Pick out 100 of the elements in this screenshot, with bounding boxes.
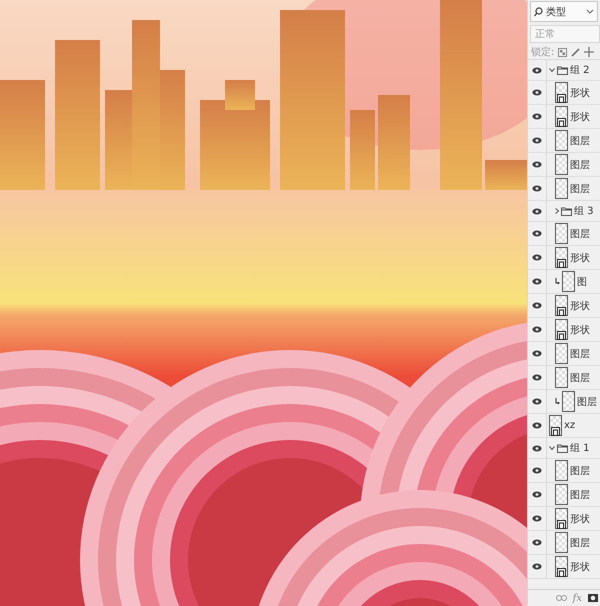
layer-row[interactable]: 形状 <box>528 294 600 318</box>
eye-icon[interactable] <box>532 161 542 168</box>
layer-row[interactable]: 形状 <box>528 105 600 129</box>
layer-name: 图层 <box>570 134 590 148</box>
layer-row[interactable]: 组 1 <box>528 438 600 459</box>
search-icon <box>534 6 543 16</box>
layer-filter-dropdown[interactable]: 类型 <box>530 1 598 22</box>
layer-row[interactable]: 图层 <box>528 483 600 507</box>
eye-icon[interactable] <box>532 563 542 570</box>
layer-row[interactable]: 图层 <box>528 390 600 414</box>
eye-icon[interactable] <box>532 230 542 237</box>
layer-name: 图层 <box>570 464 590 478</box>
folder-icon <box>557 444 568 452</box>
layer-row[interactable]: 形状 <box>528 246 600 270</box>
group-name: 组 2 <box>570 64 590 77</box>
folder-icon <box>561 206 572 216</box>
layer-name: 图 <box>577 276 587 288</box>
shape-badge-icon <box>557 520 566 529</box>
layer-name: 形状 <box>570 252 590 264</box>
chevron-down-icon[interactable] <box>549 68 555 72</box>
layer-name: 图层 <box>570 348 590 360</box>
eye-icon[interactable] <box>532 254 542 261</box>
shape-badge-icon <box>557 331 566 340</box>
layer-name: 图层 <box>577 396 597 408</box>
layer-row[interactable]: 图层 <box>528 459 600 483</box>
layer-row[interactable]: 组 2 <box>528 60 600 81</box>
layer-row[interactable]: 图层 <box>528 366 600 390</box>
layer-name: 形状 <box>570 86 590 100</box>
layer-row[interactable]: 形状 <box>528 555 600 579</box>
eye-icon[interactable] <box>532 113 542 120</box>
layer-thumbnail <box>555 367 568 388</box>
layer-row[interactable]: 形状 <box>528 318 600 342</box>
eye-icon[interactable] <box>532 515 542 522</box>
eye-icon[interactable] <box>532 444 542 452</box>
eye-icon[interactable] <box>532 539 542 546</box>
eye-icon[interactable] <box>532 137 542 144</box>
layer-row[interactable]: 图层 <box>528 531 600 555</box>
eye-icon[interactable] <box>532 208 542 214</box>
layer-thumbnail <box>555 154 568 175</box>
eye-icon[interactable] <box>532 350 542 357</box>
eye-icon[interactable] <box>532 185 542 192</box>
layer-thumbnail <box>555 343 568 364</box>
blend-mode-field[interactable]: 正常 <box>530 25 600 43</box>
layer-thumbnail <box>555 460 568 481</box>
eye-icon[interactable] <box>532 326 542 333</box>
eye-icon[interactable] <box>532 398 542 405</box>
eye-icon[interactable] <box>532 467 542 474</box>
layer-name: 图层 <box>570 158 590 172</box>
eye-icon[interactable] <box>532 278 542 285</box>
layer-name: 图层 <box>570 228 590 240</box>
group-name: 组 3 <box>574 205 594 218</box>
shape-badge-icon <box>557 307 566 316</box>
layer-thumbnail <box>562 271 575 292</box>
folder-icon <box>557 66 568 74</box>
lock-label: 锁定: <box>531 46 554 59</box>
brush-icon[interactable] <box>571 48 580 56</box>
shape-badge-icon <box>557 118 566 127</box>
eye-icon[interactable] <box>532 66 542 74</box>
move-icon[interactable] <box>584 47 594 57</box>
layer-name: 图层 <box>570 182 590 196</box>
layer-row[interactable]: xz <box>528 414 600 438</box>
layer-row[interactable]: 图层 <box>528 177 600 201</box>
layer-name: 图层 <box>570 536 590 550</box>
eye-icon[interactable] <box>532 302 542 309</box>
layer-name: xz <box>564 420 576 431</box>
layer-thumbnail <box>555 532 568 553</box>
eye-icon[interactable] <box>532 491 542 498</box>
shape-badge-icon <box>557 94 566 103</box>
layer-thumbnail <box>555 223 568 244</box>
group-name: 组 1 <box>570 442 590 455</box>
layer-name: 形状 <box>570 300 590 312</box>
shape-badge-icon <box>551 427 560 436</box>
mask-icon[interactable] <box>588 594 598 602</box>
layer-name: 形状 <box>570 560 590 574</box>
shape-badge-icon <box>557 568 566 577</box>
layer-row[interactable]: 图 <box>528 270 600 294</box>
chevron-down-icon <box>586 9 594 14</box>
layer-thumbnail <box>555 130 568 151</box>
eye-icon[interactable] <box>532 422 542 429</box>
layer-row[interactable]: 图层 <box>528 342 600 366</box>
layer-name: 图层 <box>570 488 590 502</box>
layer-name: 图层 <box>570 372 590 384</box>
layer-row[interactable]: 图层 <box>528 222 600 246</box>
layer-thumbnail <box>555 484 568 505</box>
checkerboard-icon[interactable] <box>558 48 568 56</box>
layer-name: 形状 <box>570 512 590 526</box>
layer-name: 形状 <box>570 324 590 336</box>
layer-thumbnail <box>555 178 568 199</box>
layer-row[interactable]: 形状 <box>528 81 600 105</box>
layer-row[interactable]: 图层 <box>528 129 600 153</box>
layer-row[interactable]: 图层 <box>528 153 600 177</box>
eye-icon[interactable] <box>532 89 542 96</box>
layer-row[interactable]: 组 3 <box>528 201 600 222</box>
chevron-right-icon[interactable] <box>555 208 559 214</box>
layer-thumbnail <box>562 391 575 412</box>
layer-row[interactable]: 形状 <box>528 507 600 531</box>
layer-name: 形状 <box>570 110 590 124</box>
chevron-down-icon[interactable] <box>549 446 555 450</box>
shape-badge-icon <box>557 259 566 268</box>
eye-icon[interactable] <box>532 374 542 381</box>
